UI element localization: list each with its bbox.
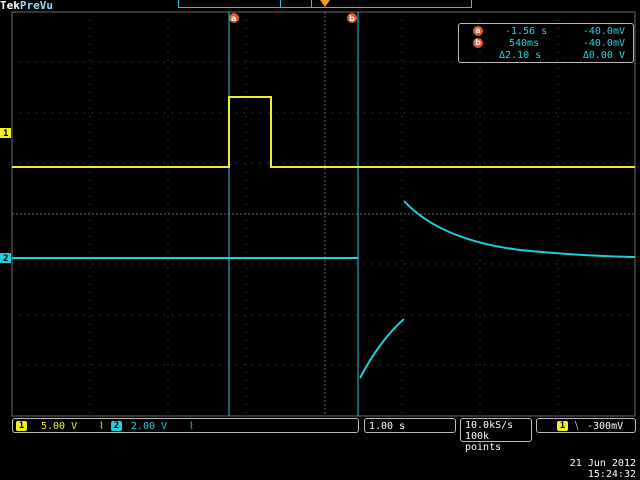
- cursor-a-badge: a: [473, 26, 483, 36]
- ch2-coupling-icon: ⌇: [189, 421, 194, 432]
- cursor-a-label: a: [231, 14, 236, 23]
- ch1-ground-marker[interactable]: 1: [0, 128, 11, 139]
- date-time-display: 21 Jun 2012 15:24:32: [566, 458, 636, 480]
- cursor-a-time: -1.56 s: [505, 26, 548, 37]
- sample-rate: 10.0kS/s: [465, 420, 514, 431]
- graticule: [11, 11, 636, 417]
- trigger-box[interactable]: 1 ⧹ -300mV: [536, 418, 636, 433]
- ch2-badge: 2: [111, 421, 122, 431]
- delta-time: Δ2.10 s: [499, 50, 542, 61]
- ch2-ground-marker[interactable]: 2: [0, 253, 11, 264]
- ch2-scale[interactable]: 2.00 V: [131, 421, 167, 432]
- trigger-slope-icon: ⧹: [575, 421, 579, 432]
- vertical-settings-bar[interactable]: 1 5.00 V ⌇ 2 2.00 V ⌇: [12, 418, 359, 433]
- cursor-b-badge: b: [473, 38, 483, 48]
- acquisition-box[interactable]: 10.0kS/s 100k points: [460, 418, 532, 453]
- horizontal-scale: 1.00 s: [369, 421, 406, 432]
- ch1-marker-number: 1: [3, 129, 8, 139]
- trigger-level: -300mV: [587, 421, 624, 432]
- time-label: 15:24:32: [587, 469, 636, 480]
- ch1-waveform: [12, 96, 635, 168]
- cursor-readout-panel[interactable]: a -1.56 s -40.0mV b 540ms -40.0mV Δ2.10 …: [458, 23, 634, 63]
- cursor-a-handle[interactable]: a: [229, 13, 239, 23]
- ch1-badge: 1: [16, 421, 27, 431]
- cursor-b-handle[interactable]: b: [347, 13, 357, 23]
- ch2-marker-number: 2: [3, 254, 8, 264]
- cursor-a-volts: -40.0mV: [582, 26, 625, 37]
- horizontal-scale-box[interactable]: 1.00 s: [364, 418, 456, 433]
- ch2-waveform: [12, 200, 636, 379]
- delta-volts: Δ0.00 V: [582, 50, 625, 61]
- trigger-source: 1: [557, 421, 568, 431]
- cursor-b-volts: -40.0mV: [582, 38, 625, 49]
- cursor-b-label: b: [349, 14, 355, 23]
- record-length: 100k points: [465, 431, 502, 453]
- ch1-scale[interactable]: 5.00 V: [41, 421, 77, 432]
- ch1-coupling-icon: ⌇: [99, 421, 104, 432]
- date-label: 21 Jun 2012: [569, 458, 636, 469]
- cursor-b-time: 540ms: [509, 38, 540, 49]
- trigger-position-marker[interactable]: [320, 0, 330, 7]
